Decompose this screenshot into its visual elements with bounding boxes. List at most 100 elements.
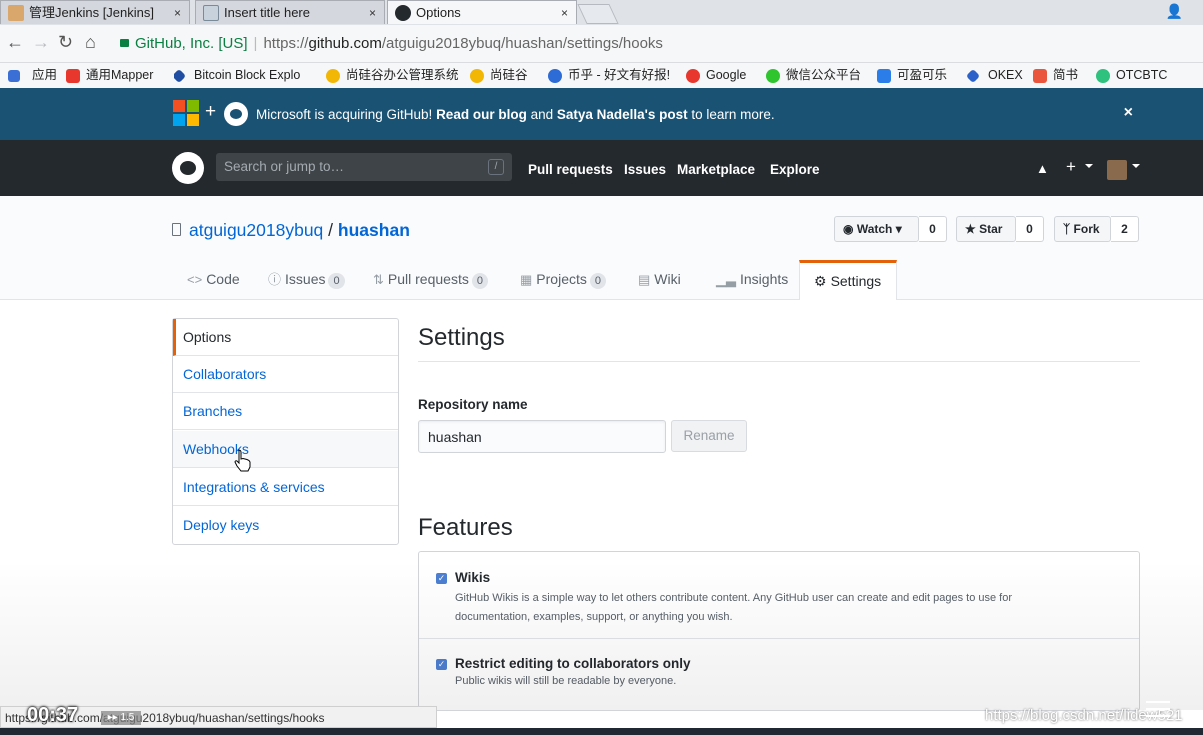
back-icon[interactable]: ← [6, 32, 24, 53]
bookmark-bihu[interactable]: 币乎 - 好文有好报! [548, 63, 670, 88]
atguigu-icon [326, 69, 340, 83]
rename-button[interactable]: Rename [671, 420, 747, 452]
url-field[interactable]: GitHub, Inc. [US] | https://github.com/atg… [120, 31, 1190, 57]
bookmark-otcbtc[interactable]: OTCBTC [1096, 63, 1167, 88]
search-placeholder: Search or jump to… [224, 159, 345, 174]
tab-projects[interactable]: ▦ Projects 0 [520, 260, 606, 299]
feature-title: Wikis [455, 570, 491, 585]
github-favicon-icon [395, 5, 411, 21]
repo-title: atguigu2018ybuq / huashan [189, 220, 410, 241]
blog-link[interactable]: Read our blog [436, 107, 527, 122]
sidebar-item-webhooks[interactable]: Webhooks [173, 431, 398, 468]
bookmark-apps[interactable]: 应用 [4, 63, 57, 88]
atguigu-icon [470, 69, 484, 83]
fork-count[interactable]: 2 [1111, 216, 1139, 242]
hand-cursor-icon [234, 449, 251, 472]
tab-wiki[interactable]: ▤ Wiki [638, 260, 681, 299]
avatar[interactable] [1107, 160, 1127, 180]
url-host: github.com [308, 35, 382, 52]
bell-icon[interactable]: ▲ [1036, 161, 1049, 176]
close-tab-icon[interactable]: × [561, 1, 568, 24]
star-count[interactable]: 0 [1016, 216, 1044, 242]
pull-request-icon: ⇅ [373, 272, 384, 287]
lock-icon [120, 39, 129, 47]
otcbtc-icon [1096, 69, 1110, 83]
close-tab-icon[interactable]: × [369, 1, 376, 24]
bookmark-bitcoin[interactable]: Bitcoin Block Explo [174, 63, 329, 88]
star-icon: ★ [965, 222, 976, 236]
browser-tab-insert-title[interactable]: Insert title here × [195, 0, 385, 24]
tab-insights[interactable]: ▁▃ Insights [716, 260, 788, 299]
search-input[interactable]: Search or jump to… / [216, 153, 512, 181]
repo-name-input[interactable] [418, 420, 666, 453]
tab-code[interactable]: <> Code [187, 260, 240, 299]
nadella-post-link[interactable]: Satya Nadella's post [557, 107, 688, 122]
feature-restrict-editing: ✓ Restrict editing to collaborators only… [419, 656, 1139, 691]
sidebar-item-collaborators[interactable]: Collaborators [173, 356, 398, 393]
pr-count-badge: 0 [471, 273, 488, 289]
bookmark-keying[interactable]: 可盈可乐 [877, 63, 947, 88]
reload-icon[interactable]: ↻ [58, 32, 73, 53]
restrict-editing-checkbox[interactable]: ✓ [436, 659, 447, 670]
gear-icon: ⚙ [814, 273, 827, 289]
watch-button[interactable]: ◉ Watch ▾ [834, 216, 919, 242]
bookmark-oa[interactable]: 尚硅谷办公管理系统 [326, 63, 459, 88]
github-logo-icon[interactable] [172, 152, 204, 184]
issues-count-badge: 0 [328, 273, 345, 289]
graph-icon: ▁▃ [716, 272, 736, 287]
wikis-checkbox[interactable]: ✓ [436, 573, 447, 584]
home-icon[interactable]: ⌂ [85, 32, 96, 53]
sidebar-item-deploy-keys[interactable]: Deploy keys [173, 507, 398, 544]
chevron-down-icon[interactable] [1085, 164, 1093, 168]
apps-grid-icon [8, 70, 20, 82]
profile-icon[interactable]: 👤 [1166, 3, 1183, 20]
keying-icon [877, 69, 891, 83]
book-icon: ▤ [638, 272, 651, 287]
tab-issues[interactable]: ⓘ Issues 0 [268, 260, 345, 299]
repo-name-link[interactable]: huashan [338, 220, 410, 240]
feature-description: Public wikis will still be readable by e… [455, 675, 677, 687]
sidebar-item-options[interactable]: Options [173, 319, 398, 356]
slash-key-icon: / [488, 159, 504, 175]
nav-marketplace[interactable]: Marketplace [677, 162, 755, 177]
new-tab-button[interactable] [577, 4, 619, 24]
close-icon[interactable]: × [1124, 104, 1133, 122]
url-scheme: https:// [263, 35, 309, 52]
watch-count[interactable]: 0 [919, 216, 947, 242]
jianshu-icon [1033, 69, 1047, 83]
code-icon: <> [187, 272, 203, 287]
bookmark-atguigu[interactable]: 尚硅谷 [470, 63, 528, 88]
bookmark-okex[interactable]: OKEX [965, 63, 1023, 88]
close-tab-icon[interactable]: × [174, 1, 181, 24]
announcement-banner: + Microsoft is acquiring GitHub! Read ou… [0, 88, 1203, 140]
nav-explore[interactable]: Explore [770, 162, 820, 177]
tab-settings[interactable]: ⚙ Settings [799, 260, 897, 300]
github-mark-icon [224, 102, 248, 126]
feature-wikis: ✓ Wikis GitHub Wikis is a simple way to … [419, 570, 1139, 627]
browser-tab-label: Insert title here [224, 5, 310, 20]
forward-icon[interactable]: → [32, 32, 50, 53]
nav-issues[interactable]: Issues [624, 162, 666, 177]
browser-tab-options[interactable]: Options × [387, 0, 577, 24]
divider [418, 361, 1140, 362]
feature-title: Restrict editing to collaborators only [455, 656, 691, 671]
browser-tab-jenkins[interactable]: 管理Jenkins [Jenkins] × [0, 0, 190, 24]
sidebar-item-branches[interactable]: Branches [173, 393, 398, 430]
chevron-down-icon[interactable] [1132, 164, 1140, 168]
nav-pull-requests[interactable]: Pull requests [528, 162, 613, 177]
create-new-icon[interactable]: + [1066, 157, 1076, 177]
bookmark-mapper[interactable]: 通用Mapper [66, 63, 153, 88]
menu-icon[interactable] [1146, 701, 1170, 717]
sidebar-item-integrations[interactable]: Integrations & services [173, 469, 398, 506]
wechat-icon [766, 69, 780, 83]
bookmark-wechat[interactable]: 微信公众平台 [766, 63, 861, 88]
tab-pull-requests[interactable]: ⇅ Pull requests 0 [373, 260, 488, 299]
bookmark-google[interactable]: Google [686, 63, 746, 88]
star-button[interactable]: ★ Star [956, 216, 1016, 242]
bookmarks-bar: 应用 通用Mapper Bitcoin Block Explo 尚硅谷办公管理系… [0, 63, 1203, 89]
repo-owner-link[interactable]: atguigu2018ybuq [189, 220, 323, 240]
bookmark-jianshu[interactable]: 简书 [1033, 63, 1078, 88]
repo-name-label: Repository name [418, 397, 528, 412]
playback-speed-badge[interactable]: ▸▸ 1.5 [101, 711, 141, 725]
fork-button[interactable]: ᛉ Fork [1054, 216, 1111, 242]
